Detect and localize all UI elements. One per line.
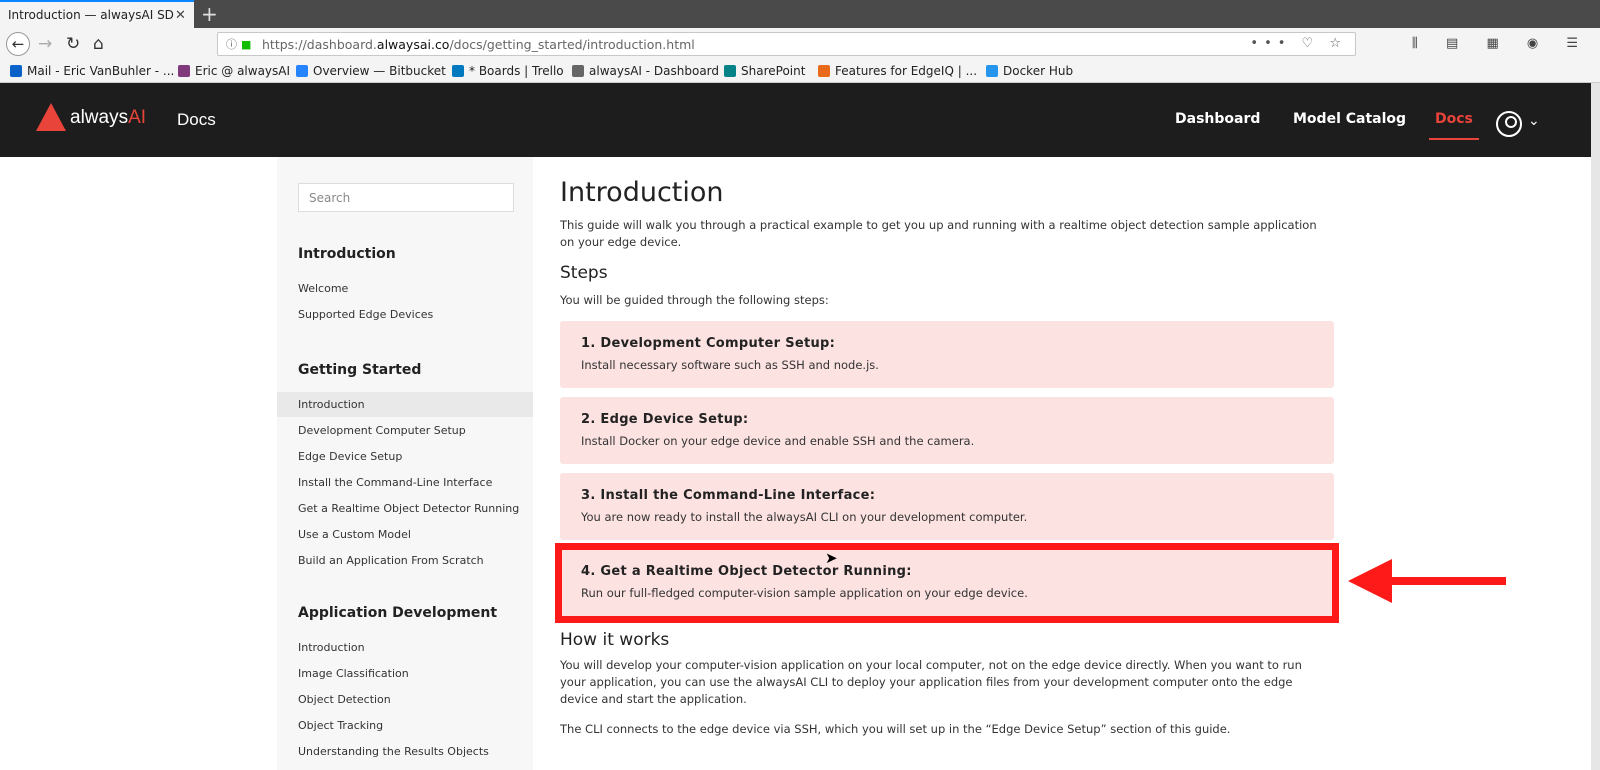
bookmark-label: Docker Hub [1003,64,1074,78]
intro-text: This guide will walk you through a pract… [560,218,1317,249]
header-docs-title: Docs [177,110,216,129]
nav-docs[interactable]: Docs [1429,111,1479,140]
bookmark-favicon-icon [10,65,22,77]
highlight-box [555,543,1339,623]
url-path: /docs/getting_started/introduction.html [449,37,695,52]
page-actions-icon[interactable]: ••• ♡ ☆ [1250,36,1347,51]
site-info-icon[interactable]: ⓘ ■ [226,36,251,52]
bookmark-item[interactable]: Features for EdgeIQ | ... [818,64,977,78]
site-header: alwaysAI Docs Dashboard Model Catalog Do… [0,83,1600,157]
bookmark-favicon-icon [178,65,190,77]
bookmark-label: Eric @ alwaysAI [195,64,291,78]
back-icon[interactable]: ← [6,32,30,56]
nav-model-catalog[interactable]: Model Catalog [1293,111,1406,127]
sidebar-section-title: Introduction [298,246,396,262]
url-prefix: https://dashboard. [262,37,377,52]
user-account-icon[interactable] [1496,111,1522,137]
browser-toolbar: ← → ↻ ⌂ ⓘ ■ https://dashboard.alwaysai.co… [0,28,1600,61]
step-card[interactable]: 3. Install the Command-Line Interface: Yo… [560,473,1334,540]
bookmark-label: Overview — Bitbucket [313,64,446,78]
new-tab-button[interactable]: + [201,2,218,26]
bookmark-label: Mail - Eric VanBuhler - ... [27,64,175,78]
bookmark-favicon-icon [296,65,308,77]
browser-tab[interactable]: Introduction — alwaysAI SD ✕ [0,0,194,28]
bookmark-favicon-icon [572,65,584,77]
mouse-cursor-icon: ➤ [825,549,838,567]
sidebar-item[interactable]: Object Detection [277,687,533,712]
sidebar-section-title: Getting Started [298,362,422,378]
reload-icon[interactable]: ↻ [66,34,80,54]
bookmark-favicon-icon [986,65,998,77]
url-host: alwaysai.co [376,37,450,52]
steps-intro: You will be guided through the following… [560,293,829,307]
step-card[interactable]: 2. Edge Device Setup: Install Docker on y… [560,397,1334,464]
home-icon[interactable]: ⌂ [93,34,104,54]
sidebar-item[interactable]: Development Computer Setup [277,418,533,443]
lock-icon: ■ [241,38,252,51]
step-title: 1. Development Computer Setup: [581,336,836,351]
bookmark-label: Features for EdgeIQ | ... [835,64,978,78]
sidebar-item[interactable]: Introduction [277,392,533,417]
url-bar[interactable]: ⓘ ■ https://dashboard.alwaysai.co/docs/ge… [217,32,1356,56]
browser-tab-bar: Introduction — alwaysAI SD ✕ + [0,0,1600,28]
steps-heading: Steps [560,263,608,283]
nav-dashboard[interactable]: Dashboard [1175,111,1260,127]
bookmark-item[interactable]: Eric @ alwaysAI [178,64,290,78]
bookmarks-bar: Mail - Eric VanBuhler - ... Eric @ always… [0,61,1600,83]
arrow-shaft [1390,577,1506,585]
bookmark-favicon-icon [452,65,464,77]
sidebar-item[interactable]: Get a Realtime Object Detector Running [277,496,533,521]
sidebar-item[interactable]: Object Tracking [277,713,533,738]
how-it-works-paragraph-2: The CLI connects to the edge device via … [560,722,1231,736]
page-title: Introduction [560,177,724,208]
step-description: You are now ready to install the alwaysA… [581,510,1028,524]
bookmark-item[interactable]: Docker Hub [986,64,1073,78]
bookmark-item[interactable]: * Boards | Trello [452,64,564,78]
step-title: 3. Install the Command-Line Interface: [581,488,876,503]
scrollbar[interactable] [1591,83,1600,770]
logo-suffix: AI [128,107,147,128]
how-it-works-paragraph-1: You will develop your computer-vision ap… [560,658,1302,706]
sidebar-item[interactable]: Image Classification [277,661,533,686]
arrow-icon [1348,559,1392,603]
bookmark-label: * Boards | Trello [469,64,564,78]
sidebar-item[interactable]: Introduction [277,635,533,660]
sidebar-item[interactable]: Edge Device Setup [277,444,533,469]
bookmark-item[interactable]: Mail - Eric VanBuhler - ... [10,64,174,78]
bookmark-favicon-icon [724,65,736,77]
sidebar-item[interactable]: Supported Edge Devices [277,302,533,327]
alwaysai-logo-icon[interactable] [36,103,66,131]
sidebar-item[interactable]: Build an Application From Scratch [277,548,533,573]
sidebar-section-title: Application Development [298,605,498,621]
bookmark-item[interactable]: Overview — Bitbucket [296,64,446,78]
bookmark-item[interactable]: alwaysAI - Dashboard [572,64,719,78]
forward-icon[interactable]: → [38,34,52,54]
step-title: 2. Edge Device Setup: [581,412,749,427]
search-input[interactable]: Search [298,183,514,212]
step-card[interactable]: 1. Development Computer Setup: Install ne… [560,321,1334,388]
logo-prefix: always [70,107,129,128]
tab-title: Introduction — alwaysAI SD [8,8,174,22]
docs-sidebar: Search Introduction Welcome Supported Edge… [277,157,533,770]
bookmark-label: SharePoint [741,64,806,78]
logo-text[interactable]: alwaysAI [70,107,146,129]
sidebar-item[interactable]: Welcome [277,276,533,301]
how-it-works-heading: How it works [560,630,670,650]
chevron-down-icon[interactable]: ⌄ [1528,113,1540,129]
bookmark-favicon-icon [818,65,830,77]
step-description: Install Docker on your edge device and e… [581,434,975,448]
bookmark-item[interactable]: SharePoint [724,64,805,78]
toolbar-icons[interactable]: ⫼ ▤ ▦ ◉ ☰ [1412,36,1590,51]
close-icon[interactable]: ✕ [175,8,186,23]
step-description: Install necessary software such as SSH a… [581,358,879,372]
bookmark-label: alwaysAI - Dashboard [589,64,720,78]
sidebar-item[interactable]: Understanding the Results Objects [277,739,533,764]
sidebar-item[interactable]: Use a Custom Model [277,522,533,547]
sidebar-item[interactable]: Install the Command-Line Interface [277,470,533,495]
